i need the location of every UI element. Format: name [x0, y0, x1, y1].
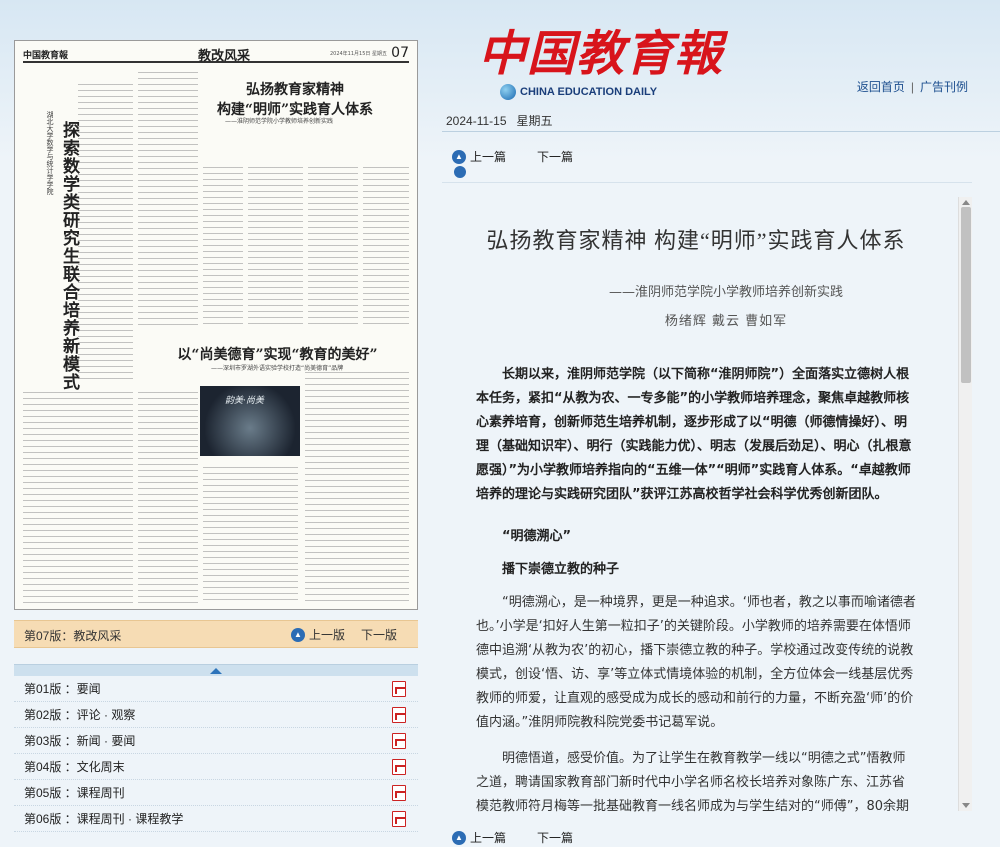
issue-weekday: 星期五: [516, 114, 553, 128]
article-paragraph: “明德溯心，是一种境界，更是一种追求。‘师也者，教之以事而喻诸德者也。’小学是‘…: [476, 595, 916, 730]
article-lead: 长期以来，淮阴师范学院（以下简称“淮阴师院”）全面落实立德树人根本任务，紧扣“从…: [476, 367, 912, 502]
next-article-label: 下一篇: [537, 831, 574, 845]
current-page-label: 第07版：教改风采: [24, 629, 122, 643]
paper-page-number: 07: [391, 45, 409, 61]
list-scroll-up[interactable]: [14, 664, 418, 676]
text-column: [363, 164, 409, 329]
next-article-button-bottom[interactable]: 下一篇: [537, 829, 573, 846]
headline-1-line-1: 弘扬教育家精神: [246, 82, 344, 98]
article-content: 弘扬教育家精神 构建“明师”实践育人体系 ——淮阴师范学院小学教师培养创新实践 …: [442, 182, 972, 822]
masthead-chinese: 中国教育報: [478, 26, 724, 82]
paper-section: 教改风采: [198, 49, 251, 64]
vertical-headline: 探索数学类研究生联合培养新模式: [59, 121, 79, 391]
pdf-icon[interactable]: [392, 733, 406, 749]
paper-brand: 中国教育報: [23, 51, 69, 61]
paper-headline-2: 以“尚美德育”实现“教育的美好”: [177, 347, 378, 363]
text-column: [203, 164, 243, 329]
pdf-icon[interactable]: [392, 811, 406, 827]
page-nav-bar: 第07版：教改风采 ▲ 上一版 下一版: [14, 620, 418, 648]
pdf-icon[interactable]: [392, 759, 406, 775]
home-link[interactable]: 返回首页: [857, 80, 905, 94]
paper-headline-2-sub: ——深圳市罗湖外语实验学校打造“尚美德育”品牌: [211, 365, 344, 372]
section-subheading: 播下崇德立教的种子: [502, 562, 620, 577]
text-column: [23, 389, 133, 604]
up-arrow-icon: ▲: [452, 149, 466, 164]
text-column: [78, 81, 133, 381]
article-authors: 杨绪辉 戴云 曹如军: [664, 314, 788, 329]
vertical-subhead: 湖北大学数学与统计学学院: [46, 111, 54, 195]
prev-article-label: 上一篇: [470, 150, 507, 164]
edition-label: 第02版 ：评论 · 观察: [24, 708, 136, 722]
article-paragraph: 明德悟道，感受价值。为了让学生在教育教学一线以“明德之式”悟教师之道，聘请国家教…: [476, 751, 910, 814]
article-scrollbar[interactable]: [958, 197, 972, 811]
paper-headline-1: 弘扬教育家精神 构建“明师”实践育人体系: [195, 79, 395, 119]
text-column: [138, 389, 198, 604]
prev-article-button[interactable]: ▲ 上一篇: [452, 148, 506, 165]
paper-header: 中国教育報 教改风采 2024年11月15日 星期五 07: [23, 45, 409, 64]
issue-date: 2024-11-15: [446, 114, 507, 128]
text-column: [138, 69, 198, 329]
scrollbar-thumb[interactable]: [961, 207, 971, 383]
article-title: 弘扬教育家精神 构建“明师”实践育人体系: [486, 228, 906, 253]
next-page-label: 下一版: [361, 628, 398, 642]
edition-label: 第03版 ：新闻 · 要闻: [24, 734, 136, 748]
paper-photo-caption: 韵美·尚美: [225, 396, 264, 406]
prev-page-button[interactable]: ▲ 上一版: [291, 626, 345, 643]
edition-item[interactable]: 第02版 ：评论 · 观察: [14, 702, 418, 728]
edition-label: 第05版 ：课程周刊: [24, 786, 125, 800]
edition-label: 第01版 ：要闻: [24, 682, 101, 696]
edition-item[interactable]: 第06版 ：课程周刊 · 课程教学: [14, 806, 418, 832]
next-article-button[interactable]: 下一篇: [537, 148, 573, 165]
down-arrow-icon: [454, 166, 466, 178]
article-nav-bottom: ▲ 上一篇 下一篇: [442, 825, 972, 847]
article-nav-top: ▲ 上一篇 下一篇: [442, 144, 972, 178]
text-column: [305, 369, 409, 604]
paper-headline-1-sub: ——淮阴师范学院小学教师培养创新实践: [225, 118, 334, 125]
pdf-icon[interactable]: [392, 707, 406, 723]
date-line: 2024-11-15 星期五: [442, 110, 1000, 132]
globe-icon: [500, 84, 516, 100]
next-page-button[interactable]: 下一版: [361, 626, 397, 643]
edition-item[interactable]: 第03版 ：新闻 · 要闻: [14, 728, 418, 754]
pdf-icon[interactable]: [392, 681, 406, 697]
section-heading: “明德溯心”: [502, 529, 572, 544]
article-body: 弘扬教育家精神 构建“明师”实践育人体系 ——淮阴师范学院小学教师培养创新实践 …: [476, 223, 916, 822]
edition-item[interactable]: 第01版 ：要闻: [14, 676, 418, 702]
triangle-up-icon: [210, 667, 222, 674]
top-links: 返回首页 | 广告刊例: [857, 78, 968, 95]
masthead-english-line: CHINA EDUCATION DAILY: [500, 84, 657, 100]
next-article-label: 下一篇: [537, 150, 574, 164]
newspaper-page-image[interactable]: 中国教育報 教改风采 2024年11月15日 星期五 07 湖北大学数学与统计学…: [14, 40, 418, 610]
prev-page-label: 上一版: [309, 628, 346, 642]
link-separator: |: [910, 80, 914, 94]
article-subtitle: ——淮阴师范学院小学教师培养创新实践: [608, 285, 843, 300]
up-arrow-icon: ▲: [291, 627, 305, 642]
pdf-icon[interactable]: [392, 785, 406, 801]
paper-date: 2024年11月15日 星期五: [329, 51, 387, 57]
prev-article-label: 上一篇: [470, 831, 507, 845]
edition-label: 第04版 ：文化周末: [24, 760, 125, 774]
text-column: [248, 164, 303, 329]
text-column: [203, 464, 298, 604]
up-arrow-icon: ▲: [452, 830, 466, 845]
ad-rates-link[interactable]: 广告刊例: [920, 80, 968, 94]
edition-item[interactable]: 第04版 ：文化周末: [14, 754, 418, 780]
masthead-logo[interactable]: 中国教育報 CHINA EDUCATION DAILY: [470, 10, 722, 100]
edition-list: 第01版 ：要闻 第02版 ：评论 · 观察 第03版 ：新闻 · 要闻 第04…: [14, 664, 418, 847]
scroll-down-arrow-icon[interactable]: [962, 803, 970, 808]
edition-item[interactable]: 第05版 ：课程周刊: [14, 780, 418, 806]
scroll-up-arrow-icon[interactable]: [962, 200, 970, 205]
prev-article-button-bottom[interactable]: ▲ 上一篇: [452, 829, 506, 846]
masthead-english: CHINA EDUCATION DAILY: [520, 86, 658, 98]
text-column: [308, 164, 358, 329]
edition-label: 第06版 ：课程周刊 · 课程教学: [24, 812, 184, 826]
